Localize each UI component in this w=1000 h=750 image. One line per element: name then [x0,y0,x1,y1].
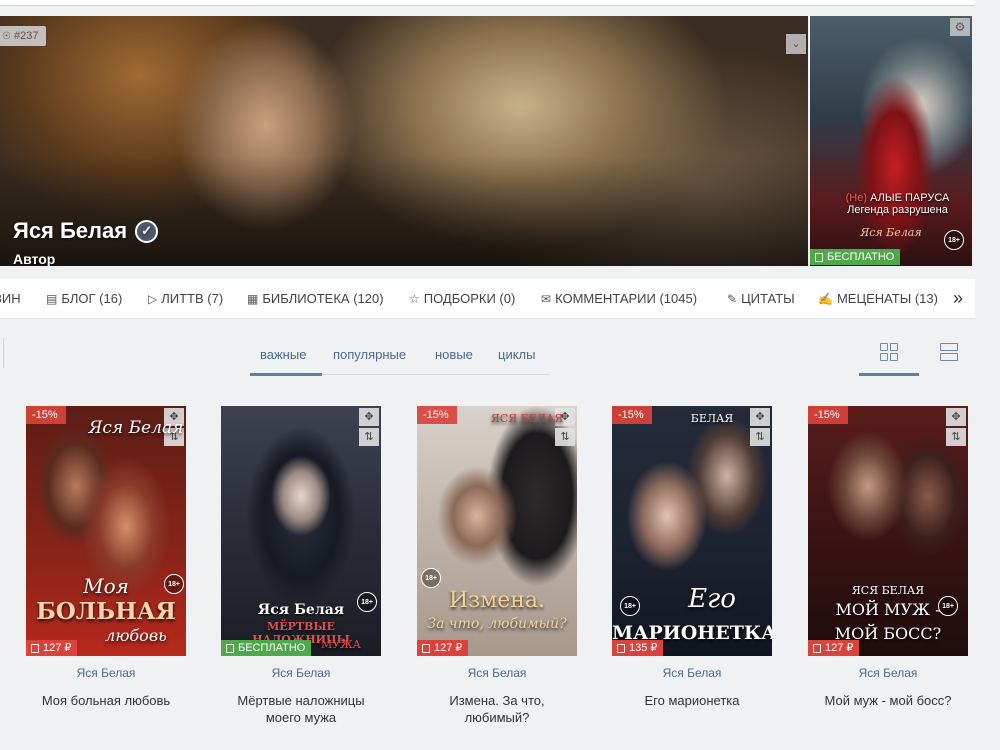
age-badge: 18+ [357,592,377,612]
tab-quotes[interactable]: ✎ ЦИТАТЫ [727,291,795,306]
book-cover[interactable]: -15% ✥ ⇅ ЯСЯ БЕЛАЯ МОЙ МУЖ - МОЙ БОСС? 1… [808,406,968,656]
filter-new[interactable]: новые [435,347,473,362]
tab-collections[interactable]: ☆ ПОДБОРКИ (0) [409,291,515,306]
book-icon [422,643,430,653]
view-active-indicator [859,373,919,376]
cover-title-line1: Его [688,584,736,614]
book-cover[interactable]: -15% ✥ ⇅ ЯСЯ БЕЛАЯ Измена. За что, любим… [417,406,577,656]
book-card[interactable]: -15% ✥ ⇅ БЕЛАЯ Его МАРИОНЕТКА 18+ 135 ₽ … [612,406,772,709]
comments-icon: ✉ [541,291,552,306]
author-name: Яся Белая ✓ [13,218,159,244]
tab-comments[interactable]: ✉ КОММЕНТАРИИ (1045) [541,291,697,306]
book-title-link[interactable]: Измена. За что, любимый? [417,692,577,726]
filter-active-indicator [250,373,322,376]
book-icon [226,643,234,653]
price-badge: БЕСПЛАТНО [810,249,901,265]
age-badge: 18+ [944,230,964,250]
filter-important[interactable]: важные [260,347,306,362]
book-title-link[interactable]: Его марионетка [612,692,772,709]
book-author-link[interactable]: Яся Белая [417,666,577,680]
grid-view-icon [880,343,900,361]
book-author-link[interactable]: Яся Белая [808,666,968,680]
grid-view-button[interactable] [880,343,900,363]
filter-popular[interactable]: популярные [333,347,406,362]
price-badge: 127 ₽ [26,640,78,656]
user-rank-icon: ☉ [2,31,11,42]
top-strip [0,0,975,6]
verified-icon: ✓ [135,219,159,243]
cover-title-line1: Моя [83,574,129,598]
filter-cycles[interactable]: циклы [498,347,535,362]
age-badge: 18+ [164,574,184,594]
profile-banner: ☉ #237 ⌄ Яся Белая ✓ Автор [0,16,808,266]
cover-author: ЯСЯ БЕЛАЯ [851,584,925,597]
tab-blog[interactable]: ▤ БЛОГ (16) [46,291,122,306]
book-icon [813,643,821,653]
cover-title-line2: За что, любимый? [427,616,567,632]
book-title-link[interactable]: Мой муж - мой босс? [808,692,968,709]
pen-icon: ✎ [727,291,738,306]
sort-icon[interactable]: ⇅ [555,428,575,446]
price-badge: 135 ₽ [612,640,664,656]
book-cover[interactable]: ✥ ⇅ Яся Белая МЁРТВЫЕ НАЛОЖНИЦЫ МУЖА 18+… [221,406,381,656]
cover-title-line1: Измена. [448,588,546,613]
blog-icon: ▤ [46,291,58,306]
cover-author: БЕЛАЯ [690,412,734,425]
book-card[interactable]: -15% ✥ ⇅ ЯСЯ БЕЛАЯ Измена. За что, любим… [417,406,577,726]
chevron-double-down-icon: ⌄ [791,38,801,50]
book-author-link[interactable]: Яся Белая [26,666,186,680]
book-icon [617,643,625,653]
sort-icon[interactable]: ⇅ [750,428,770,446]
featured-book-cover[interactable]: ⚙ (Не) АЛЫЕ ПАРУСА Легенда разрушена Яся… [810,16,972,266]
list-view-button[interactable] [940,343,960,363]
video-icon: ▷ [148,291,158,306]
list-view-icon [940,343,960,361]
book-cover[interactable]: -15% ✥ ⇅ Яся Белая Моя БОЛЬНАЯ любовь 18… [26,406,186,656]
book-author-link[interactable]: Яся Белая [612,666,772,680]
rank-badge: ☉ #237 [0,26,47,46]
price-badge: 127 ₽ [417,640,469,656]
tabs-more-button[interactable]: » [953,288,963,309]
collapse-banner-button[interactable]: ⌄ [786,34,806,54]
sort-icon[interactable]: ⇅ [359,428,379,446]
book-cover[interactable]: -15% ✥ ⇅ БЕЛАЯ Его МАРИОНЕТКА 18+ 135 ₽ [612,406,772,656]
tab-littv[interactable]: ▷ ЛИТТВ (7) [148,291,223,306]
star-icon: ☆ [409,291,420,306]
featured-book-title: (Не) АЛЫЕ ПАРУСА Легенда разрушена [845,192,950,216]
author-role: Автор [13,251,56,266]
book-card[interactable]: -15% ✥ ⇅ ЯСЯ БЕЛАЯ МОЙ МУЖ - МОЙ БОСС? 1… [808,406,968,709]
tab-patrons[interactable]: ✍ МЕЦЕНАТЫ (13) [818,291,938,306]
tab-library[interactable]: ▦ БИБЛИОТЕКА (120) [247,291,384,306]
discount-badge: -15% [808,406,848,424]
sort-icon[interactable]: ⇅ [946,428,966,446]
book-icon [815,252,823,262]
price-badge: 127 ₽ [808,640,860,656]
profile-tabs: ЗИН ▤БЛОГ (16) ▷ЛИТТВ (7) ▦БИБЛИОТЕКА (1… [0,279,975,319]
age-badge: 18+ [421,568,441,588]
move-icon[interactable]: ✥ [946,408,966,426]
author-name-text: Яся Белая [13,218,128,243]
book-author-link[interactable]: Яся Белая [221,666,381,680]
book-title-link[interactable]: Моя больная любовь [26,692,186,709]
cover-author: ЯСЯ БЕЛАЯ [490,412,564,425]
cover-author: Яся Белая [88,418,184,438]
left-edge [0,338,4,368]
price-badge: БЕСПЛАТНО [221,640,312,656]
move-icon[interactable]: ✥ [359,408,379,426]
book-title-link[interactable]: Мёртвые наложницы моего мужа [221,692,381,726]
cover-title-line2: БОЛЬНАЯ [36,598,176,625]
library-icon: ▦ [247,291,259,306]
book-card[interactable]: -15% ✥ ⇅ Яся Белая Моя БОЛЬНАЯ любовь 18… [26,406,186,709]
gear-icon[interactable]: ⚙ [950,18,970,36]
hand-icon: ✍ [818,291,833,306]
tab-zine[interactable]: ЗИН [0,291,21,306]
age-badge: 18+ [620,596,640,616]
book-card[interactable]: ✥ ⇅ Яся Белая МЁРТВЫЕ НАЛОЖНИЦЫ МУЖА 18+… [221,406,381,726]
book-icon [31,643,39,653]
age-badge: 18+ [938,596,958,616]
